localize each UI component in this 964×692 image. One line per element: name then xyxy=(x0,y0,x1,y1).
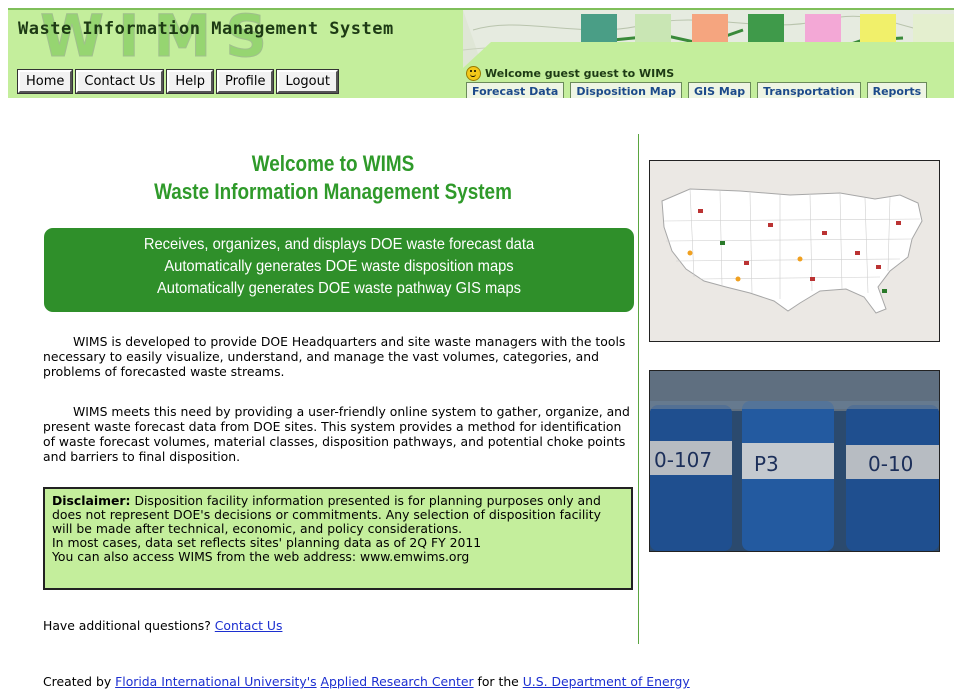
smiley-icon xyxy=(466,66,481,81)
feature-item: Automatically generates DOE waste dispos… xyxy=(164,258,514,275)
page-frame: WIMS Waste Information Management System… xyxy=(8,8,954,692)
doe-link[interactable]: U.S. Department of Energy xyxy=(523,674,690,689)
contact-us-button[interactable]: Contact Us xyxy=(75,69,165,94)
questions-line: Have additional questions? Contact Us xyxy=(43,618,282,633)
welcome-text: Welcome guest guest to WIMS xyxy=(485,67,675,80)
column-divider xyxy=(638,134,639,644)
barrel-label: 0-107 xyxy=(654,448,712,472)
disclaimer-label: Disclaimer: xyxy=(52,493,131,508)
welcome-message: Welcome guest guest to WIMS xyxy=(466,66,674,81)
main-nav: Home Contact Us Help Profile Logout xyxy=(16,69,339,94)
app-title: Waste Information Management System xyxy=(18,19,394,39)
intro-paragraph: WIMS is developed to provide DOE Headqua… xyxy=(43,334,626,379)
questions-text: Have additional questions? xyxy=(43,618,215,633)
disclaimer-data-note: In most cases, data set reflects sites' … xyxy=(52,535,482,550)
us-waste-map-image xyxy=(649,160,940,342)
barrels-graphic: 0-107 P3 0-10 xyxy=(650,371,939,551)
page-title-line-2: Waste Information Management System xyxy=(154,179,512,204)
footer-created-by: Created by xyxy=(43,674,116,689)
page-title: Welcome to WIMS Waste Information Manage… xyxy=(88,150,578,206)
feature-item: Receives, organizes, and displays DOE wa… xyxy=(143,236,535,253)
features-banner: Receives, organizes, and displays DOE wa… xyxy=(44,228,634,312)
header-map-banner xyxy=(463,10,954,68)
feature-item: Automatically generates DOE waste pathwa… xyxy=(156,280,522,297)
disclaimer-text: Disposition facility information present… xyxy=(52,493,601,536)
logout-button[interactable]: Logout xyxy=(276,69,339,94)
us-map-graphic xyxy=(650,161,939,341)
disclaimer-box: Disclaimer: Disposition facility informa… xyxy=(43,487,633,590)
arc-link[interactable]: Applied Research Center xyxy=(321,674,474,689)
waste-barrels-photo: 0-107 P3 0-10 xyxy=(649,370,940,552)
contact-us-link[interactable]: Contact Us xyxy=(215,618,283,633)
barrel-label: 0-10 xyxy=(868,452,913,476)
footer-for-text: for the xyxy=(473,674,523,689)
page-title-line-1: Welcome to WIMS xyxy=(251,151,415,176)
main-content: Welcome to WIMS Waste Information Manage… xyxy=(8,98,954,692)
home-button[interactable]: Home xyxy=(16,69,74,94)
help-button[interactable]: Help xyxy=(166,69,215,94)
site-header: WIMS Waste Information Management System… xyxy=(8,8,954,101)
profile-button[interactable]: Profile xyxy=(216,69,275,94)
disclaimer-web-address: You can also access WIMS from the web ad… xyxy=(52,549,470,564)
barrel-label: P3 xyxy=(754,452,779,476)
site-footer: Created by Florida International Univers… xyxy=(43,674,690,689)
purpose-paragraph: WIMS meets this need by providing a user… xyxy=(43,404,630,464)
fiu-link[interactable]: Florida International University's xyxy=(115,674,316,689)
